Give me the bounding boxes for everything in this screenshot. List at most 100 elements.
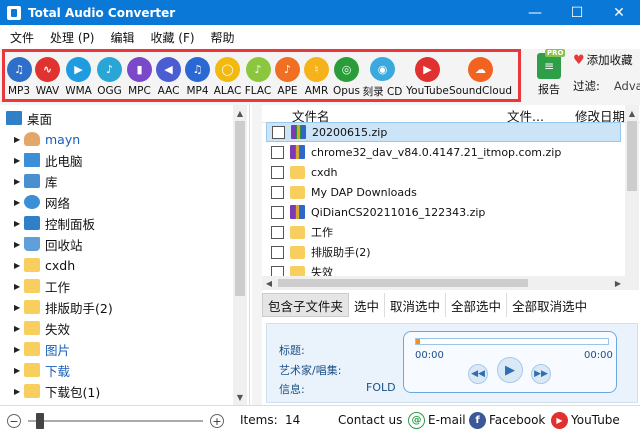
format-button-wav[interactable]: ∿ WAV [32, 52, 63, 99]
check-button[interactable]: 选中 [349, 293, 386, 317]
format-button-opus[interactable]: ◎ Opus [331, 52, 362, 99]
rewind-icon[interactable]: ◀◀ [468, 364, 488, 384]
add-favorite-button[interactable]: ♥ 添加收藏 [573, 52, 633, 68]
tree-item[interactable]: ▶ 库 [14, 171, 58, 191]
fast-forward-icon[interactable]: ▶▶ [531, 364, 551, 384]
file-row[interactable]: 20200615.zip [266, 122, 621, 142]
uncheck-all-button[interactable]: 全部取消选中 [507, 293, 592, 317]
file-checkbox[interactable] [271, 185, 284, 199]
tree-item[interactable]: ▶ 图片 [14, 339, 70, 359]
file-list-scrollbar[interactable]: ▲ [625, 105, 639, 290]
menu-edit[interactable]: 编辑 [104, 29, 140, 46]
facebook-icon[interactable]: f [469, 412, 486, 429]
expand-arrow-icon[interactable]: ▶ [14, 324, 24, 333]
file-row[interactable]: chrome32_dav_v84.0.4147.21_itmop.com.zip [266, 142, 621, 162]
tree-item[interactable]: ▶ 下载 [14, 360, 70, 380]
expand-arrow-icon[interactable]: ▶ [14, 219, 24, 228]
format-button-youtube[interactable]: ▶ YouTube [403, 52, 452, 99]
uncheck-button[interactable]: 取消选中 [385, 293, 447, 317]
email-link[interactable]: E-mail [428, 413, 466, 427]
file-checkbox[interactable] [271, 145, 284, 159]
tree-item[interactable]: 桌面 [6, 108, 52, 128]
scroll-right-icon[interactable]: ▶ [611, 276, 625, 290]
contact-us-link[interactable]: Contact us [338, 413, 402, 427]
expand-arrow-icon[interactable]: ▶ [14, 240, 24, 249]
format-button-wma[interactable]: ▶ WMA [63, 52, 94, 99]
zoom-out-icon[interactable]: − [7, 414, 21, 428]
zoom-slider-thumb[interactable] [36, 413, 44, 429]
format-button-ape[interactable]: ♪ APE [273, 52, 302, 99]
file-row[interactable]: QiDianCS20211016_122343.zip [266, 202, 621, 222]
file-checkbox[interactable] [271, 245, 284, 259]
file-row[interactable]: My DAP Downloads [266, 182, 621, 202]
check-all-button[interactable]: 全部选中 [446, 293, 508, 317]
format-button-刻录-cd[interactable]: ◉ 刻录 CD [362, 52, 403, 99]
include-subfolders-button[interactable]: 包含子文件夹 [262, 293, 350, 317]
tree-item[interactable]: ▶ 失效 [14, 318, 70, 338]
playback-progress[interactable] [415, 338, 609, 345]
file-checkbox[interactable] [271, 165, 284, 179]
format-button-ogg[interactable]: ♪ OGG [94, 52, 125, 99]
tree-item[interactable]: ▶ 回收站 [14, 234, 83, 254]
file-row[interactable]: 排版助手(2) [266, 242, 621, 262]
tree-scroll-thumb[interactable] [235, 121, 245, 296]
menu-favorites[interactable]: 收藏 (F) [144, 29, 200, 46]
minimize-button[interactable]: — [514, 0, 556, 25]
expand-arrow-icon[interactable]: ▶ [14, 282, 24, 291]
expand-arrow-icon[interactable]: ▶ [14, 261, 24, 270]
format-button-amr[interactable]: ♮ AMR [302, 52, 331, 99]
scroll-up-icon[interactable]: ▲ [625, 106, 639, 120]
format-icon: ◀ [156, 57, 181, 82]
filter-dropdown[interactable]: Adva [614, 79, 640, 93]
tree-item[interactable]: ▶ 控制面板 [14, 213, 95, 233]
format-button-flac[interactable]: ♪ FLAC [243, 52, 273, 99]
menu-process[interactable]: 处理 (P) [44, 29, 100, 46]
expand-arrow-icon[interactable]: ▶ [14, 366, 24, 375]
scroll-down-icon[interactable]: ▼ [233, 390, 247, 404]
menu-help[interactable]: 帮助 [205, 29, 241, 46]
format-button-aac[interactable]: ◀ AAC [154, 52, 183, 99]
tree-item[interactable]: ▶ mayn [14, 129, 80, 149]
file-checkbox[interactable] [271, 225, 284, 239]
zoom-in-icon[interactable]: + [210, 414, 224, 428]
tree-item[interactable]: ▶ 此电脑 [14, 150, 83, 170]
close-button[interactable]: ✕ [598, 0, 640, 25]
format-button-mpc[interactable]: ▮ MPC [125, 52, 154, 99]
file-checkbox[interactable] [272, 125, 285, 139]
tree-item[interactable]: ▶ 工作 [14, 276, 70, 296]
facebook-link[interactable]: Facebook [489, 413, 545, 427]
youtube-icon[interactable]: ▶ [551, 412, 568, 429]
file-scroll-thumb[interactable] [627, 121, 637, 191]
play-icon[interactable]: ▶ [497, 357, 523, 383]
expand-arrow-icon[interactable]: ▶ [14, 303, 24, 312]
panel-splitter[interactable] [252, 105, 262, 405]
file-list-hscrollbar[interactable]: ◀ ▶ [262, 276, 625, 290]
tree-item[interactable]: ▶ 排版助手(2) [14, 297, 113, 317]
menu-file[interactable]: 文件 [4, 29, 40, 46]
expand-arrow-icon[interactable]: ▶ [14, 345, 24, 354]
tree-item[interactable]: ▶ 网络 [14, 192, 70, 212]
report-button[interactable]: PRO ≡ 报告 [530, 49, 568, 101]
format-button-mp3[interactable]: ♫ MP3 [6, 52, 32, 99]
expand-arrow-icon[interactable]: ▶ [14, 387, 24, 396]
youtube-link[interactable]: YouTube [571, 413, 620, 427]
tree-scrollbar[interactable]: ▲ ▼ [233, 105, 247, 405]
scroll-up-icon[interactable]: ▲ [233, 106, 247, 120]
format-button-alac[interactable]: ◯ ALAC [212, 52, 243, 99]
file-hscroll-thumb[interactable] [278, 279, 528, 287]
expand-arrow-icon[interactable]: ▶ [14, 177, 24, 186]
scroll-left-icon[interactable]: ◀ [262, 276, 276, 290]
format-button-mp4[interactable]: ♫ MP4 [183, 52, 212, 99]
tree-item[interactable]: ▶ 下载包(1) [14, 381, 100, 401]
maximize-button[interactable]: ☐ [556, 0, 598, 25]
tree-item[interactable]: ▶ cxdh [14, 255, 75, 275]
expand-arrow-icon[interactable]: ▶ [14, 198, 24, 207]
file-checkbox[interactable] [271, 205, 284, 219]
file-row[interactable]: cxdh [266, 162, 621, 182]
file-row[interactable]: 工作 [266, 222, 621, 242]
zoom-slider[interactable] [28, 420, 203, 422]
expand-arrow-icon[interactable]: ▶ [14, 135, 24, 144]
expand-arrow-icon[interactable]: ▶ [14, 156, 24, 165]
email-icon[interactable]: @ [408, 412, 425, 429]
format-button-soundcloud[interactable]: ☁ SoundCloud [449, 52, 512, 99]
